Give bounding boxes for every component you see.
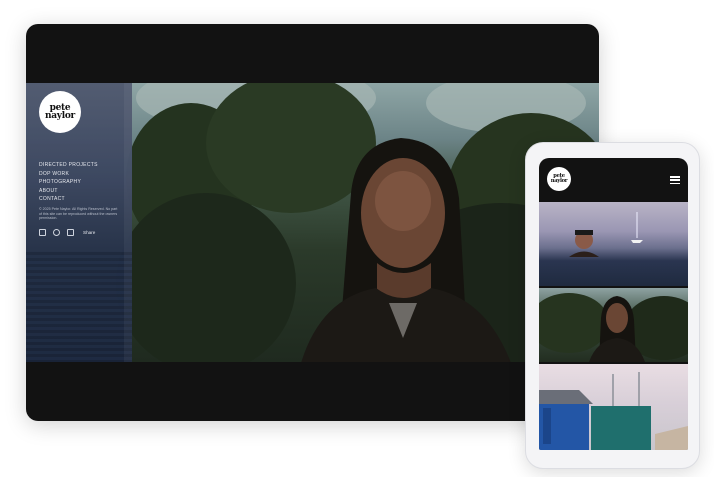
gallery-tile-beach-huts[interactable] bbox=[539, 364, 688, 450]
instagram-icon[interactable] bbox=[53, 228, 60, 236]
copyright-text: © 2025 Pete Naylor. All Rights Reserved.… bbox=[39, 207, 118, 221]
sidebar-divider bbox=[124, 83, 132, 362]
nav-item-photography[interactable]: PHOTOGRAPHY bbox=[39, 178, 98, 187]
phone-screen: pete naylor bbox=[539, 158, 688, 450]
phone-logo-line2: naylor bbox=[550, 178, 568, 184]
facebook-icon[interactable] bbox=[39, 228, 46, 236]
logo-line2: naylor bbox=[45, 111, 75, 121]
nav-item-directed-projects[interactable]: DIRECTED PROJECTS bbox=[39, 161, 98, 170]
nav-item-about[interactable]: ABOUT bbox=[39, 187, 98, 196]
portrait-figure bbox=[301, 138, 511, 362]
nav-item-contact[interactable]: CONTACT bbox=[39, 195, 98, 204]
sidebar bbox=[26, 83, 132, 362]
share-link[interactable]: Share bbox=[83, 230, 95, 235]
logo[interactable]: pete naylor bbox=[39, 91, 81, 133]
nav-item-dop-work[interactable]: DOP WORK bbox=[39, 170, 98, 179]
hamburger-icon[interactable] bbox=[670, 176, 680, 185]
phone-mockup: pete naylor bbox=[525, 142, 700, 469]
gallery-tile-swimmer[interactable] bbox=[539, 202, 688, 286]
social-row: Share bbox=[39, 228, 95, 236]
main-nav: DIRECTED PROJECTS DOP WORK PHOTOGRAPHY A… bbox=[39, 161, 98, 204]
gallery-tile-portrait[interactable] bbox=[539, 288, 688, 362]
email-icon[interactable] bbox=[67, 228, 74, 236]
phone-logo[interactable]: pete naylor bbox=[547, 167, 571, 191]
desktop-mockup: pete naylor DIRECTED PROJECTS DOP WORK P… bbox=[26, 24, 599, 421]
